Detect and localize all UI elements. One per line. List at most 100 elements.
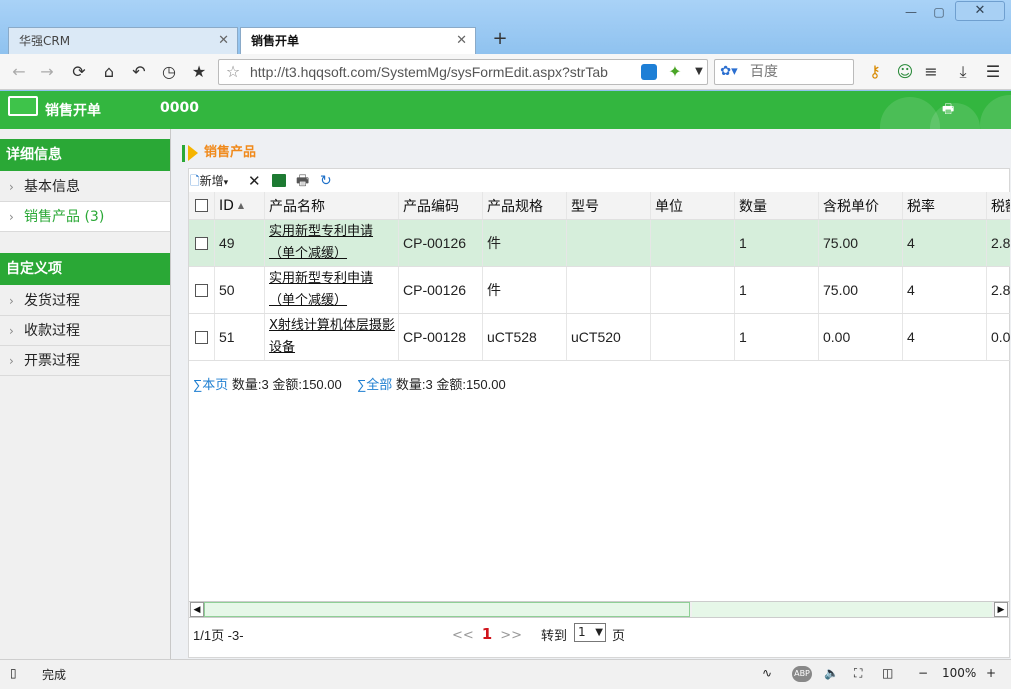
chevron-down-icon[interactable]: ▼ [688, 62, 710, 82]
summary-all-label[interactable]: ∑全部 [357, 377, 392, 392]
sidebar-item-invoicing[interactable]: › 开票过程 [0, 346, 170, 376]
summary-all-value: 数量:3 金额:150.00 [395, 377, 506, 392]
cell-name[interactable]: X射线计算机体层摄影设备 [265, 314, 399, 360]
plugin-icon[interactable]: ✦ [664, 62, 686, 82]
goto-page-select[interactable]: 1 ▼ [574, 623, 606, 642]
column-header-code[interactable]: 产品编码 [399, 192, 483, 219]
current-page: 1 [481, 625, 493, 643]
tab-label: 华强CRM [19, 34, 71, 48]
bookmark-star-icon[interactable]: ☆ [222, 62, 244, 82]
home-icon[interactable]: ⌂ [98, 62, 120, 82]
fullscreen-icon[interactable]: ⛶ [854, 666, 862, 681]
menu-icon[interactable]: ☰ [982, 62, 1004, 82]
product-name-link[interactable]: 实用新型专利申请（单个减缓） [269, 221, 398, 265]
zoom-out-button[interactable]: − [918, 666, 928, 680]
search-placeholder: 百度 [750, 64, 778, 80]
select-all-checkbox[interactable] [189, 192, 215, 219]
column-header-unit[interactable]: 单位 [651, 192, 735, 219]
checkbox[interactable] [195, 330, 208, 344]
table-row[interactable]: 49实用新型专利申请（单个减缓）CP-00126件 175.0042.88 [189, 220, 1010, 267]
delete-icon[interactable]: ✕ [248, 170, 261, 192]
product-name-link[interactable]: 实用新型专利申请（单个减缓） [269, 268, 398, 312]
scrollbar-thumb[interactable] [204, 602, 690, 617]
back-icon[interactable]: ← [8, 62, 30, 82]
favorites-icon[interactable]: ★ [188, 62, 210, 82]
app-logo-icon [8, 96, 38, 116]
key-icon[interactable]: ⚷ [864, 62, 886, 82]
product-name-link[interactable]: X射线计算机体层摄影设备 [269, 315, 398, 359]
tab-close-icon[interactable]: ✕ [218, 28, 229, 54]
column-header-tax[interactable]: 税额 [987, 192, 1010, 219]
table-row[interactable]: 50实用新型专利申请（单个减缓）CP-00126件 175.0042.88 [189, 267, 1010, 314]
add-button-label: 新增 [199, 174, 224, 188]
cell-qty: 1 [735, 267, 819, 313]
sidebar-item-payment[interactable]: › 收款过程 [0, 316, 170, 346]
cell-model [567, 220, 651, 266]
scroll-right-icon[interactable]: ▶ [994, 602, 1008, 617]
zoom-in-button[interactable]: + [986, 666, 996, 680]
column-header-name[interactable]: 产品名称 [265, 192, 399, 219]
cell-name[interactable]: 实用新型专利申请（单个减缓） [265, 267, 399, 313]
cell-name[interactable]: 实用新型专利申请（单个减缓） [265, 220, 399, 266]
maximize-icon[interactable]: ▢ [928, 4, 950, 20]
user-icon[interactable]: ☺ [894, 62, 916, 82]
summary-page-label[interactable]: ∑本页 [193, 377, 228, 392]
tab-close-icon[interactable]: ✕ [456, 28, 467, 54]
undo-icon[interactable]: ↶ [128, 62, 150, 82]
browser-tab-crm[interactable]: 华强CRM ✕ [8, 27, 238, 54]
history-icon[interactable]: ◷ [158, 62, 180, 82]
menu-dropdown-icon[interactable]: ≡ [920, 62, 942, 82]
sidebar-item-shipping[interactable]: › 发货过程 [0, 286, 170, 316]
column-header-price[interactable]: 含税单价 [819, 192, 903, 219]
sidebar-item-label: 开票过程 [24, 353, 80, 369]
refresh-icon[interactable]: ↻ [320, 170, 332, 192]
browser-tab-sales[interactable]: 销售开单 ✕ [240, 27, 476, 54]
row-checkbox[interactable] [189, 220, 215, 266]
cell-spec: 件 [483, 267, 567, 313]
performance-icon[interactable]: ∿ [762, 666, 772, 680]
goto-page-value: 1 [578, 625, 586, 639]
new-tab-button[interactable]: + [486, 27, 514, 51]
minimize-icon[interactable]: — [900, 4, 922, 20]
volume-icon[interactable]: 🔈 [824, 666, 839, 680]
column-header-tax-rate[interactable]: 税率 [903, 192, 987, 219]
sidebar-item-sales-products[interactable]: › 销售产品 (3) [0, 202, 170, 232]
row-checkbox[interactable] [189, 314, 215, 360]
row-checkbox[interactable] [189, 267, 215, 313]
new-doc-icon: 🗋 [190, 174, 200, 188]
scrollbar-track[interactable] [692, 602, 992, 617]
column-header-spec[interactable]: 产品规格 [483, 192, 567, 219]
download-icon[interactable]: ⤓ [952, 62, 974, 82]
forward-icon[interactable]: → [36, 62, 58, 82]
sidebar-item-basic-info[interactable]: › 基本信息 [0, 172, 170, 202]
cell-id: 50 [215, 267, 265, 313]
column-header-id[interactable]: ID ▲ [215, 192, 265, 219]
add-button[interactable]: 🗋新增▾ [190, 170, 242, 192]
excel-export-icon[interactable] [272, 174, 286, 187]
window-close-button[interactable]: ✕ [955, 1, 1005, 21]
checkbox[interactable] [195, 236, 208, 250]
chevron-down-icon: ▼ [595, 627, 603, 638]
cell-qty: 1 [735, 314, 819, 360]
scroll-left-icon[interactable]: ◀ [190, 602, 204, 617]
prev-page-link[interactable]: << [452, 628, 474, 643]
adblock-icon[interactable]: ABP [792, 666, 812, 682]
column-label: ID [219, 197, 234, 214]
refresh-icon[interactable]: ⟳ [68, 62, 90, 82]
checkbox[interactable] [195, 283, 208, 297]
address-text[interactable]: http://t3.hqqsoft.com/SystemMg/sysFormEd… [250, 59, 638, 85]
column-header-qty[interactable]: 数量 [735, 192, 819, 219]
print-icon[interactable]: 🖶 [296, 170, 309, 192]
zoom-level: 100% [942, 666, 977, 680]
cell-id: 49 [215, 220, 265, 266]
table-row[interactable]: 51 X射线计算机体层摄影设备 CP-00128 uCT528 uCT520 1 0.00 4… [189, 314, 1010, 361]
next-page-link[interactable]: >> [500, 628, 522, 643]
search-engine-icon[interactable]: ✿▾ [718, 62, 740, 82]
print-icon[interactable]: 🖶 [942, 100, 958, 117]
sidebar-toggle-icon[interactable]: ▯ [10, 666, 17, 680]
tab-label: 销售开单 [251, 34, 300, 48]
page-status-icon[interactable] [641, 64, 657, 80]
column-header-model[interactable]: 型号 [567, 192, 651, 219]
split-view-icon[interactable]: ◫ [882, 666, 893, 680]
cell-unit [651, 220, 735, 266]
